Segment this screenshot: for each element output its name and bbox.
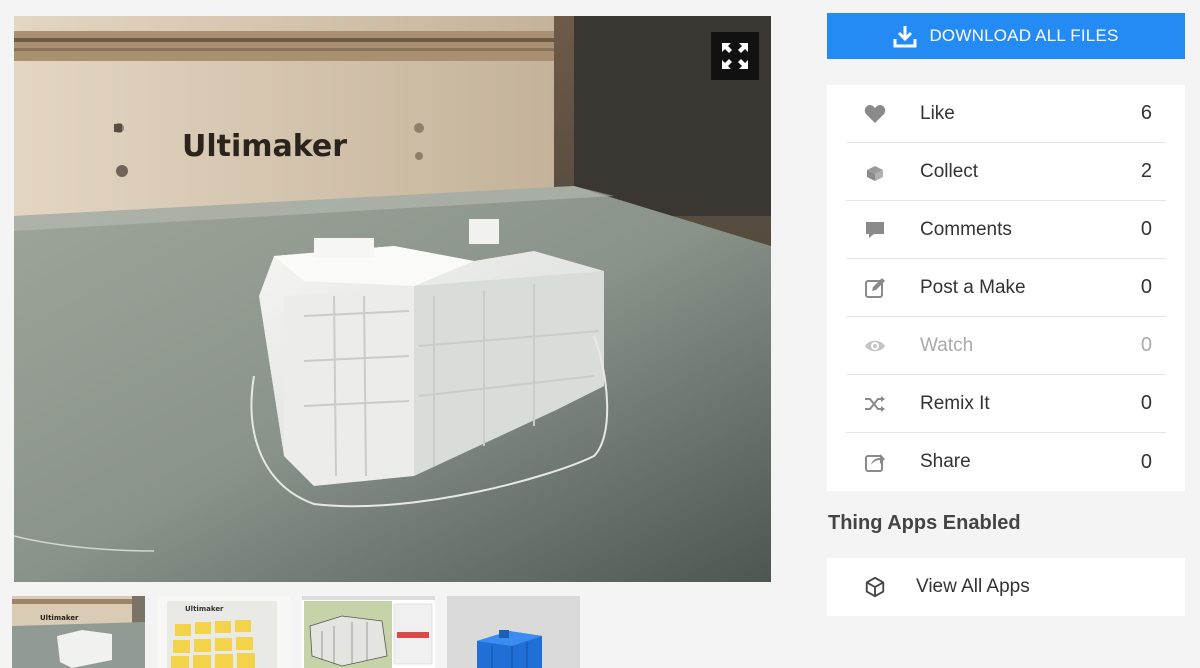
collect-icon — [864, 161, 886, 183]
view-all-apps-label: View All Apps — [916, 576, 1030, 597]
post-a-make-action[interactable]: Post a Make 0 — [846, 259, 1166, 317]
comments-label: Comments — [920, 218, 1012, 240]
thumb-brand-text: Ultimaker — [185, 605, 224, 613]
expand-arrows-icon — [722, 43, 748, 69]
share-label: Share — [920, 451, 971, 472]
watch-count: 0 — [1140, 334, 1152, 356]
edit-icon — [864, 277, 886, 299]
download-all-files-button[interactable]: DOWNLOAD ALL FILES — [827, 13, 1185, 59]
thumb-print-photo[interactable]: Ultimaker — [12, 596, 145, 668]
remix-label: Remix It — [920, 392, 990, 414]
like-count: 6 — [1140, 102, 1152, 124]
collect-action[interactable]: Collect 2 — [846, 143, 1166, 201]
thing-page: Ultimaker Ultimaker Ultimaker DOWNLOAD A… — [0, 0, 1200, 668]
share-icon — [864, 451, 886, 473]
thing-apps-heading: Thing Apps Enabled — [828, 512, 1021, 534]
post-a-make-count: 0 — [1140, 276, 1152, 298]
download-label: DOWNLOAD ALL FILES — [929, 26, 1119, 45]
remix-count: 0 — [1140, 392, 1152, 414]
heart-icon — [864, 103, 886, 125]
download-icon — [893, 26, 917, 48]
watch-action[interactable]: Watch 0 — [846, 317, 1166, 375]
post-a-make-label: Post a Make — [920, 276, 1026, 298]
share-action[interactable]: Share 0 — [846, 433, 1166, 491]
watch-label: Watch — [920, 334, 974, 356]
comment-icon — [864, 219, 886, 241]
main-photo: Ultimaker — [14, 16, 771, 582]
thumbnail-strip: Ultimaker Ultimaker — [12, 596, 580, 668]
thumb-sketchup-model[interactable] — [302, 596, 435, 668]
eye-icon — [864, 335, 886, 357]
like-action[interactable]: Like 6 — [846, 85, 1166, 143]
like-label: Like — [920, 102, 955, 124]
remix-action[interactable]: Remix It 0 — [846, 375, 1166, 433]
comments-count: 0 — [1140, 218, 1152, 240]
fullscreen-button[interactable] — [711, 32, 759, 80]
photo-brand-text: Ultimaker — [182, 129, 347, 164]
view-all-apps-link[interactable]: View All Apps — [827, 558, 1185, 616]
shuffle-icon — [864, 393, 886, 415]
main-image-viewer[interactable]: Ultimaker — [14, 16, 771, 582]
thumb-blue-render[interactable] — [447, 596, 580, 668]
share-count: 0 — [1140, 450, 1152, 473]
collect-count: 2 — [1140, 160, 1152, 182]
comments-action[interactable]: Comments 0 — [846, 201, 1166, 259]
thing-actions-list: Like 6 Collect 2 Comments 0 Post a Make … — [827, 85, 1185, 491]
thumb-brand-text: Ultimaker — [40, 614, 79, 622]
cube-icon — [864, 576, 886, 598]
thumb-yellow-prints[interactable]: Ultimaker — [157, 596, 290, 668]
collect-label: Collect — [920, 160, 979, 182]
